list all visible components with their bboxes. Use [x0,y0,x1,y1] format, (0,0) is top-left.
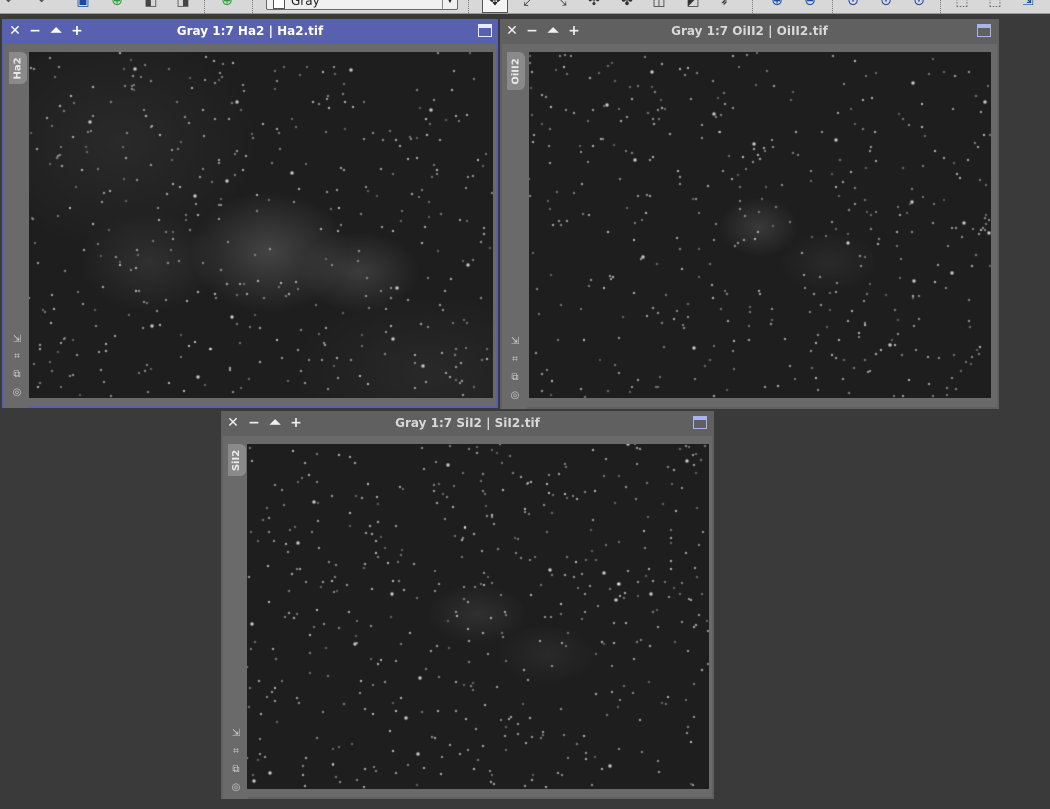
pan-icon[interactable]: ✥ [486,0,504,8]
view-identifier-tab[interactable]: Ha2 [9,52,27,84]
view-identifier: SiI2 [231,449,243,471]
duplicate-icon[interactable]: ◧ [142,0,160,8]
view-sidebar: SiI2 ⇲ ⌗ ⧉ ◎ [223,436,248,799]
zoom-in-icon[interactable]: ⊕ [768,0,786,8]
resize-icon[interactable]: ⇲ [11,334,23,346]
add-icon[interactable]: ⊕ [108,0,126,8]
resize-icon[interactable]: ⇲ [230,728,242,740]
zoom-out-icon[interactable]: ⊖ [801,0,819,8]
zoom-3-icon[interactable]: ⊙ [910,0,928,8]
view-sidebar: Ha2 ⇲ ⌗ ⧉ ◎ [4,44,29,408]
image-canvas[interactable] [529,52,991,398]
stf-icon[interactable]: ◎ [230,782,242,794]
window-maximize-icon[interactable] [478,24,492,37]
resize-icon[interactable]: ⇲ [509,336,521,348]
add-process-icon[interactable]: ⊕ [218,0,236,8]
pointer-icon[interactable]: ➶ [717,0,735,8]
clone-icon[interactable]: ◨ [174,0,192,8]
fit-icon[interactable]: ⌗ [509,354,521,366]
fit-icon[interactable]: ⌗ [11,351,23,363]
color-mode-value: Gray [291,0,320,8]
clone-icon[interactable]: ⧉ [11,369,23,381]
select-preview-icon[interactable]: ⬚ [986,0,1004,8]
title-bar[interactable]: ✕ − ⏶ + Gray 1:7 OiII2 | OiII2.tif [500,19,999,44]
view-identifier: OiII2 [510,57,522,85]
move-icon[interactable]: ✣ [585,0,603,8]
image-window-sii2[interactable]: ✕ − ⏶ + Gray 1:7 SiI2 | SiI2.tif SiI2 ⇲ … [221,411,714,799]
select-rect-icon[interactable]: ⬚ [953,0,971,8]
center-icon[interactable]: ✤ [618,0,636,8]
image-window-oiii2[interactable]: ✕ − ⏶ + Gray 1:7 OiII2 | OiII2.tif OiII2… [500,19,999,409]
window-maximize-icon[interactable] [693,416,707,429]
color-swatch-icon [273,0,285,9]
window-title: Gray 1:7 OiII2 | OiII2.tif [671,24,828,38]
clone-icon[interactable]: ⧉ [230,764,242,776]
toolbar-separator [252,0,255,13]
title-bar[interactable]: ✕ − ⏶ + Gray 1:7 Ha2 | Ha2.tif [2,19,498,44]
fit-icon[interactable]: ⌗ [230,746,242,758]
window-maximize-icon[interactable] [977,24,991,37]
dropdown-chevron-icon[interactable]: ▼ [442,0,457,9]
toolbar-separator [940,0,943,13]
export-icon[interactable]: ⇲ [1019,0,1037,8]
image-canvas[interactable] [29,52,493,398]
preview-icon[interactable]: ◩ [684,0,702,8]
undo-icon[interactable]: ↶ [2,0,20,8]
toolbar-separator [204,0,207,13]
color-mode-select[interactable]: Gray ▼ [266,0,458,10]
view-sidebar: OiII2 ⇲ ⌗ ⧉ ◎ [502,44,527,409]
new-image-icon[interactable]: ▣ [74,0,92,8]
zoom-2-icon[interactable]: ⊙ [877,0,895,8]
view-identifier: Ha2 [12,56,24,80]
expand-icon[interactable]: ⤡ [552,0,570,8]
image-canvas[interactable] [247,444,709,789]
redo-icon[interactable]: ↷ [30,0,48,8]
clone-icon[interactable]: ⧉ [509,372,521,384]
toolbar-separator [752,0,755,13]
zoom-1-icon[interactable]: ⊙ [844,0,862,8]
main-toolbar: ↶ ↷ ▣ ⊕ ◧ ◨ ⊕ Gray ▼ ✥ ⤢ ⤡ ✣ ✤ ◫ ◩ ➶ ⊕ ⊖… [0,0,1050,14]
view-identifier-tab[interactable]: OiII2 [507,52,525,90]
zoom-fit-icon[interactable]: ⤢ [520,0,538,8]
window-title: Gray 1:7 Ha2 | Ha2.tif [176,24,324,38]
view-identifier-tab[interactable]: SiI2 [228,444,246,476]
image-window-ha2[interactable]: ✕ − ⏶ + Gray 1:7 Ha2 | Ha2.tif Ha2 ⇲ ⌗ ⧉… [2,19,498,408]
toolbar-separator [832,0,835,13]
toolbar-separator [468,0,471,13]
stf-icon[interactable]: ◎ [11,387,23,399]
panel-icon[interactable]: ◫ [650,0,668,8]
title-bar[interactable]: ✕ − ⏶ + Gray 1:7 SiI2 | SiI2.tif [221,411,714,436]
window-title: Gray 1:7 SiI2 | SiI2.tif [395,416,540,430]
stf-icon[interactable]: ◎ [509,390,521,402]
